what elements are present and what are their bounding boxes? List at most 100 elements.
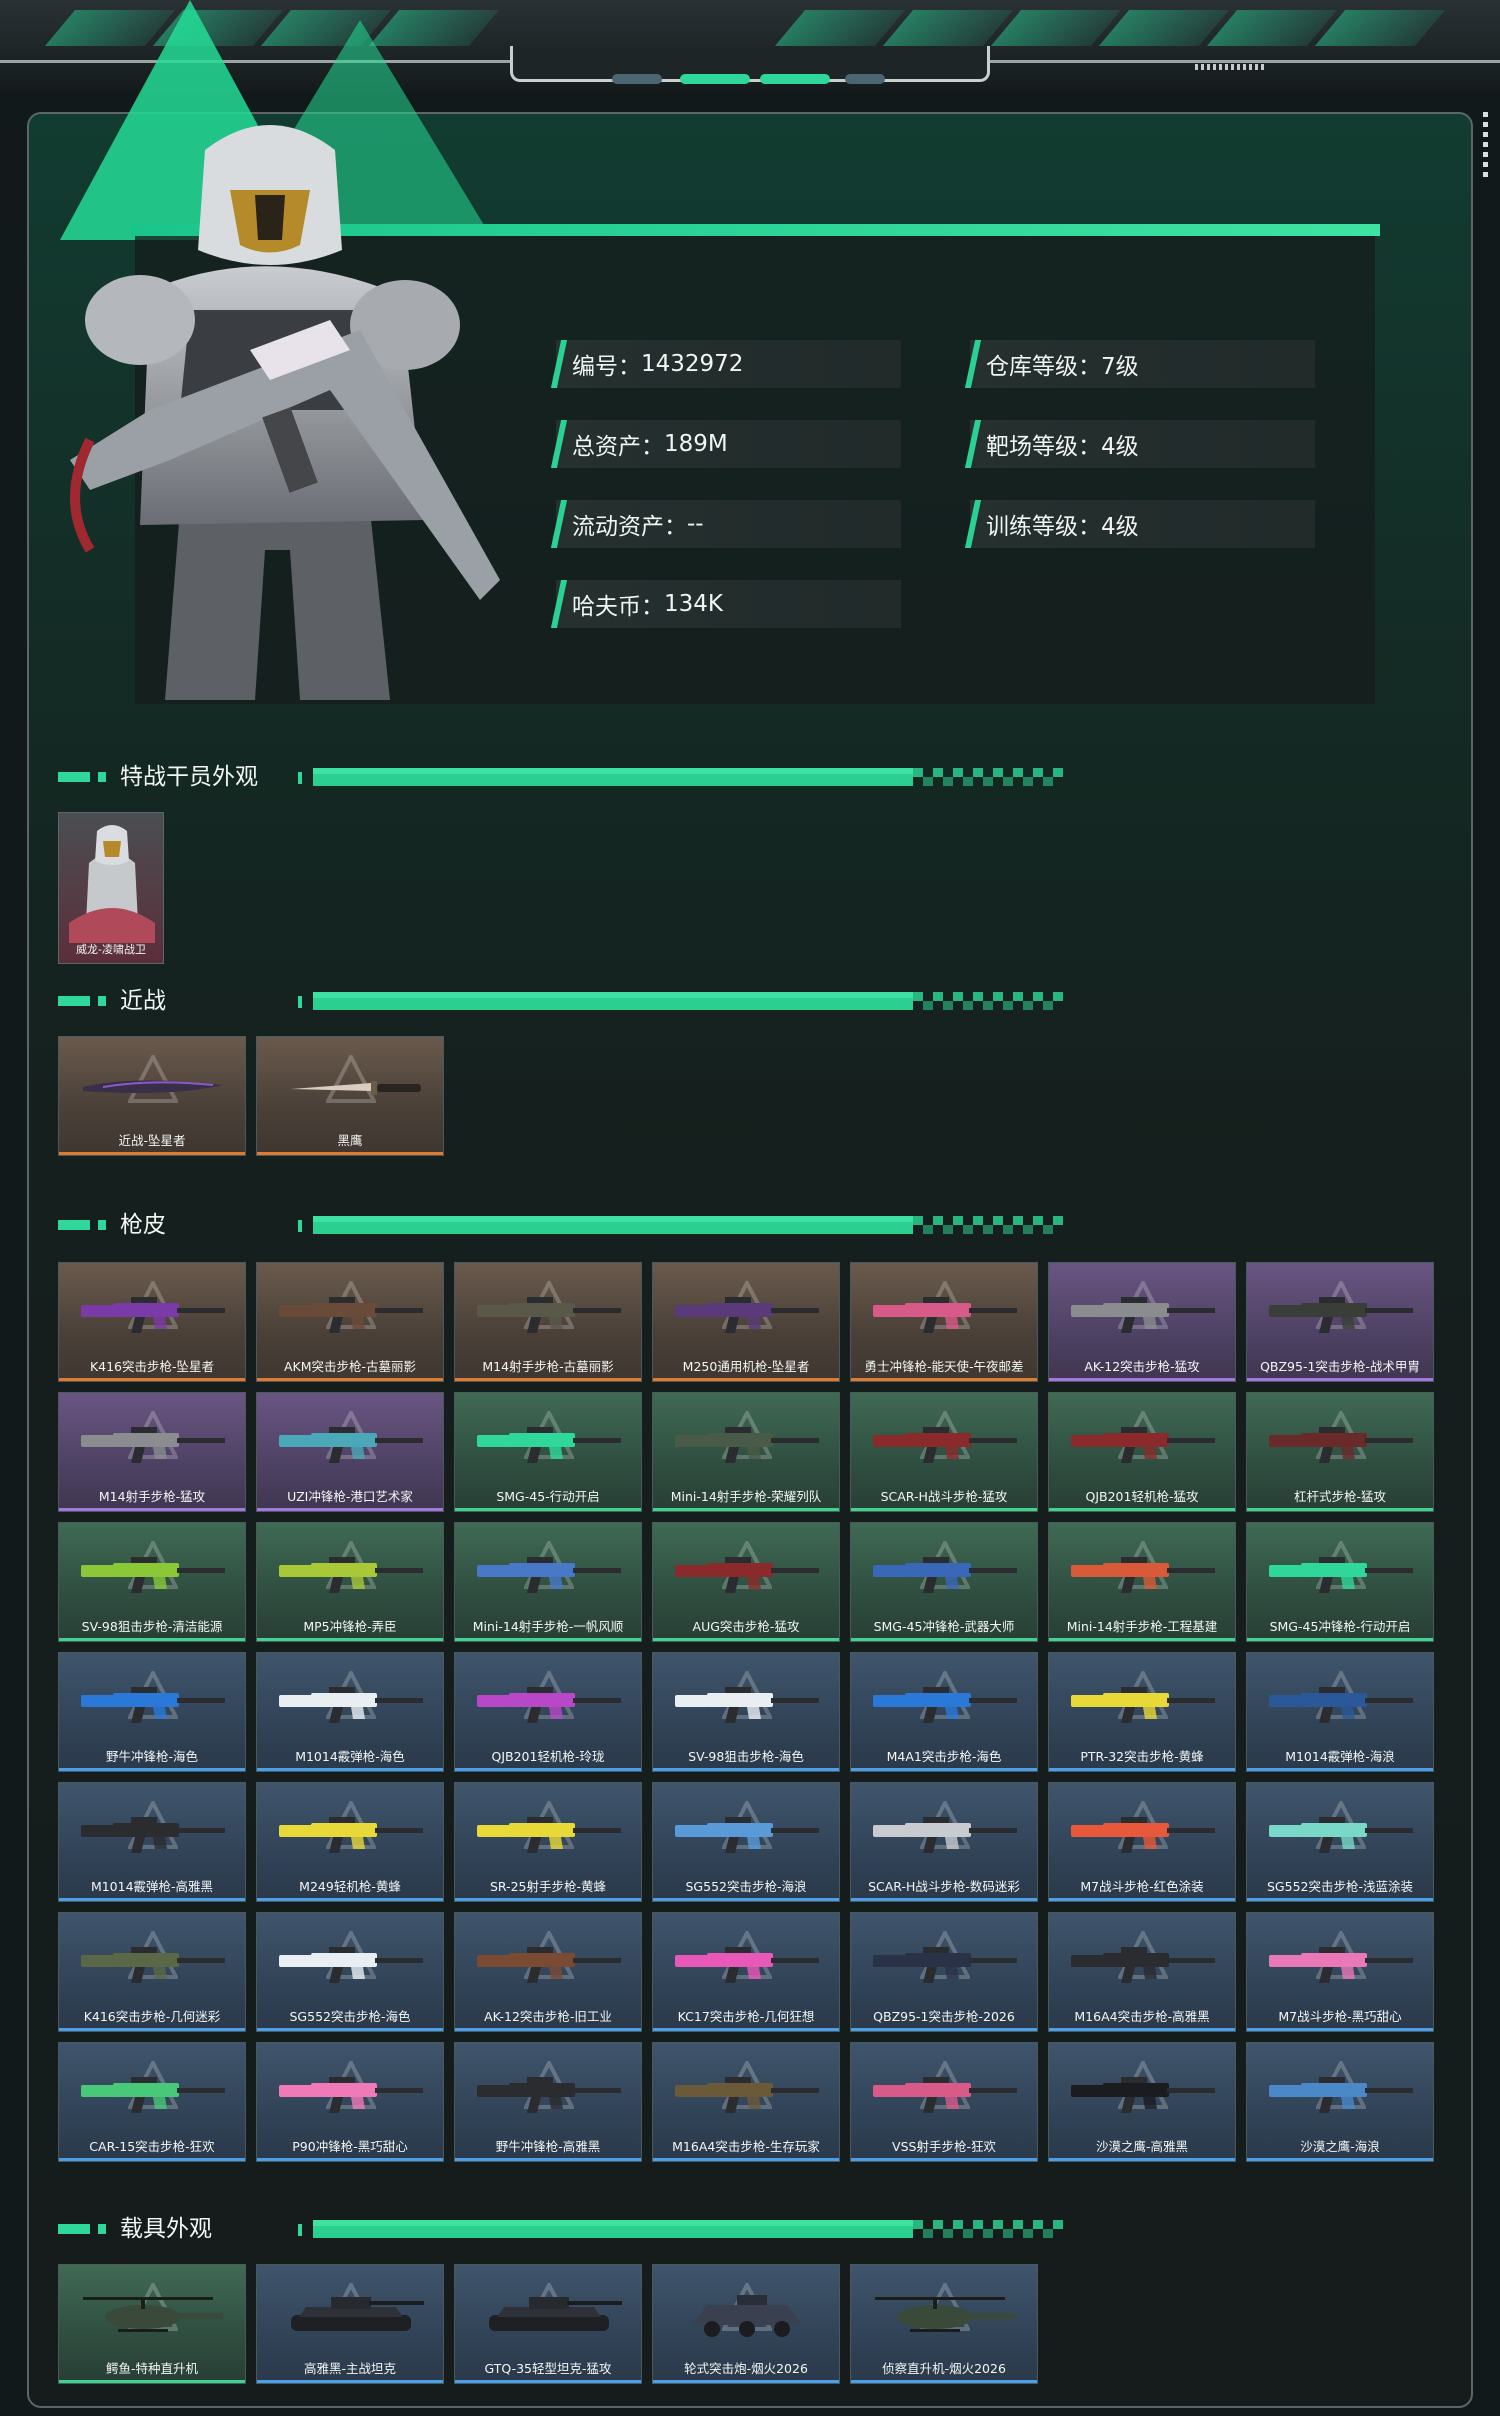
gun-skin-card[interactable]: M16A4突击步枪-高雅黑 [1048,1912,1236,2032]
gun-skin-card[interactable]: AUG突击步枪-猛攻 [652,1522,840,1642]
item-caption: M14射手步枪-猛攻 [98,1489,206,1504]
item-caption: GTQ-35轻型坦克-猛攻 [484,2361,612,2376]
rarity-bar [455,1898,641,1901]
gun-skin-card[interactable]: UZI冲锋枪-港口艺术家 [256,1392,444,1512]
rarity-bar [653,1508,839,1511]
gun-skin-card[interactable]: SV-98狙击步枪-清洁能源 [58,1522,246,1642]
rifle-icon [279,1817,423,1853]
rarity-bar [1247,1638,1433,1641]
gun-skin-card[interactable]: SG552突击步枪-海色 [256,1912,444,2032]
gun-skin-card[interactable]: M7战斗步枪-红色涂装 [1048,1782,1236,1902]
item-caption: UZI冲锋枪-港口艺术家 [287,1489,413,1504]
gun-skin-card[interactable]: Mini-14射手步枪-荣耀列队 [652,1392,840,1512]
gun-skin-card[interactable]: QJB201轻机枪-猛攻 [1048,1392,1236,1512]
rarity-bar [257,1152,443,1155]
operator-portrait [70,125,500,700]
gun-skin-card[interactable]: M1014霰弹枪-海色 [256,1652,444,1772]
gun-skin-card[interactable]: AKM突击步枪-古墓丽影 [256,1262,444,1382]
rarity-bar [257,2380,443,2383]
gun-skin-card[interactable]: M14射手步枪-古墓丽影 [454,1262,642,1382]
armored-vehicle-icon [692,2295,802,2337]
gun-skin-card[interactable]: 野牛冲锋枪-海色 [58,1652,246,1772]
gun-skin-card[interactable]: SCAR-H战斗步枪-数码迷彩 [850,1782,1038,1902]
gun-skin-card[interactable]: SR-25射手步枪-黄蜂 [454,1782,642,1902]
vehicle-card[interactable]: 鳄鱼-特种直升机 [58,2264,246,2384]
rifle-icon [81,1427,225,1463]
gun-skin-card[interactable]: M1014霰弹枪-海浪 [1246,1652,1434,1772]
rarity-bar [59,1378,245,1381]
rifle-icon [1269,1947,1413,1983]
gun-skin-card[interactable]: K416突击步枪-坠星者 [58,1262,246,1382]
rarity-bar [257,1898,443,1901]
scroll-indicator[interactable] [1483,112,1488,182]
melee-card[interactable]: 黑鹰 [256,1036,444,1156]
gun-skin-card[interactable]: QJB201轻机枪-玲珑 [454,1652,642,1772]
item-caption: M16A4突击步枪-高雅黑 [1074,2009,1210,2024]
gun-skin-card[interactable]: Mini-14射手步枪-工程基建 [1048,1522,1236,1642]
gun-skin-card[interactable]: SCAR-H战斗步枪-猛攻 [850,1392,1038,1512]
gun-skin-card[interactable]: M1014霰弹枪-高雅黑 [58,1782,246,1902]
gun-skin-card[interactable]: M16A4突击步枪-生存玩家 [652,2042,840,2162]
gun-skin-card[interactable]: M4A1突击步枪-海色 [850,1652,1038,1772]
gun-skin-card[interactable]: P90冲锋枪-黑巧甜心 [256,2042,444,2162]
gun-skin-card[interactable]: Mini-14射手步枪-一帆风顺 [454,1522,642,1642]
gun-skin-card[interactable]: SG552突击步枪-海浪 [652,1782,840,1902]
item-caption: QJB201轻机枪-玲珑 [491,1749,605,1764]
rifle-icon [279,1297,423,1333]
gun-skin-card[interactable]: SMG-45冲锋枪-行动开启 [1246,1522,1434,1642]
gun-skin-card[interactable]: VSS射手步枪-狂欢 [850,2042,1038,2162]
gun-skin-card[interactable]: M7战斗步枪-黑巧甜心 [1246,1912,1434,2032]
gun-skin-card[interactable]: SMG-45-行动开启 [454,1392,642,1512]
gun-skin-card[interactable]: SG552突击步枪-浅蓝涂装 [1246,1782,1434,1902]
rifle-icon [1071,1297,1215,1333]
stat-haf-coin: 哈夫币： 134K [556,580,901,628]
gun-skin-card[interactable]: MP5冲锋枪-弄臣 [256,1522,444,1642]
rifle-icon [1269,2077,1413,2113]
rarity-bar [455,1768,641,1771]
vehicle-card[interactable]: 高雅黑-主战坦克 [256,2264,444,2384]
stat-label: 流动资产： [572,514,687,540]
gun-skin-card[interactable]: AK-12突击步枪-猛攻 [1048,1262,1236,1382]
section-header-melee: 近战 [58,986,1068,1016]
vehicle-card[interactable]: 轮式突击炮-烟火2026 [652,2264,840,2384]
vehicle-card[interactable]: GTQ-35轻型坦克-猛攻 [454,2264,642,2384]
rifle-icon [279,1687,423,1723]
operator-outfit-card[interactable]: 威龙-凌啸战卫 [58,812,164,964]
gun-skin-card[interactable]: 沙漠之鹰-高雅黑 [1048,2042,1236,2162]
rarity-bar [1247,1378,1433,1381]
gun-skin-card[interactable]: SV-98狙击步枪-海色 [652,1652,840,1772]
vehicle-card[interactable]: 侦察直升机-烟火2026 [850,2264,1038,2384]
tank-icon [291,2297,424,2331]
rifle-icon [1071,1427,1215,1463]
gun-skin-card[interactable]: 野牛冲锋枪-高雅黑 [454,2042,642,2162]
gun-skin-card[interactable]: M250通用机枪-坠星者 [652,1262,840,1382]
rifle-icon [1269,1427,1413,1463]
gun-skin-card[interactable]: SMG-45冲锋枪-武器大师 [850,1522,1038,1642]
gun-skin-card[interactable]: 勇士冲锋枪-能天使-午夜邮差 [850,1262,1038,1382]
gun-skin-card[interactable]: QBZ95-1突击步枪-战术甲胄 [1246,1262,1434,1382]
gun-skin-card[interactable]: KC17突击步枪-几何狂想 [652,1912,840,2032]
center-plate [510,46,990,82]
rarity-bar [653,1638,839,1641]
rifle-icon [1071,2077,1215,2113]
rarity-bar [653,2028,839,2031]
gun-skin-card[interactable]: 杠杆式步枪-猛攻 [1246,1392,1434,1512]
rifle-icon [81,1297,225,1333]
rarity-bar [59,1638,245,1641]
gun-skin-card[interactable]: AK-12突击步枪-旧工业 [454,1912,642,2032]
item-caption: M1014霰弹枪-海浪 [1285,1749,1395,1764]
rarity-bar [851,1508,1037,1511]
gun-skin-card[interactable]: K416突击步枪-几何迷彩 [58,1912,246,2032]
gun-skin-card[interactable]: M249轻机枪-黄蜂 [256,1782,444,1902]
stat-value: 4级 [1101,514,1139,540]
melee-card[interactable]: 近战-坠星者 [58,1036,246,1156]
gun-skin-card[interactable]: CAR-15突击步枪-狂欢 [58,2042,246,2162]
section-title: 枪皮 [120,1212,166,1238]
gun-skin-card[interactable]: 沙漠之鹰-海浪 [1246,2042,1434,2162]
gun-skin-card[interactable]: QBZ95-1突击步枪-2026 [850,1912,1038,2032]
stat-warehouse-level: 仓库等级： 7级 [970,340,1315,388]
rarity-bar [59,2028,245,2031]
rarity-bar [1247,1508,1433,1511]
gun-skin-card[interactable]: PTR-32突击步枪-黄蜂 [1048,1652,1236,1772]
gun-skin-card[interactable]: M14射手步枪-猛攻 [58,1392,246,1512]
